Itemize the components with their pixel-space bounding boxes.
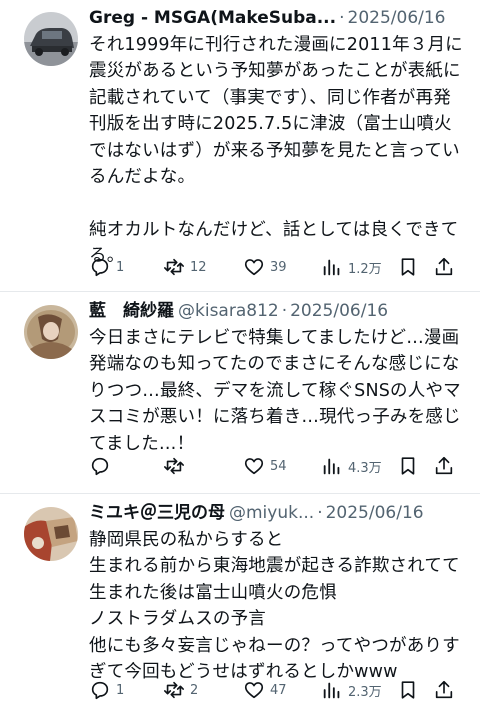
retweet-button[interactable]: 2 (163, 679, 198, 701)
views-button[interactable]: 1.2万 (321, 256, 382, 278)
share-button[interactable] (433, 256, 455, 278)
like-count: 47 (270, 682, 287, 698)
bookmark-button[interactable] (397, 256, 419, 278)
share-icon (435, 456, 453, 475)
views-icon (323, 682, 340, 699)
views-count: 1.2万 (348, 261, 382, 277)
bookmark-icon (401, 258, 415, 276)
user-handle[interactable]: @miyuk... (229, 501, 314, 525)
display-name[interactable]: 藍 綺紗羅 (89, 299, 174, 323)
retweet-icon (164, 681, 184, 699)
tweet-actions: 54 4.3万 (89, 454, 460, 478)
like-button[interactable]: 39 (243, 256, 287, 278)
like-icon (244, 259, 264, 276)
tweet-date[interactable]: 2025/06/16 (348, 6, 446, 30)
separator-dot: · (281, 301, 288, 321)
reply-button[interactable]: 1 (89, 679, 124, 701)
views-button[interactable]: 2.3万 (321, 679, 382, 701)
tweet-text: 静岡県民の私からすると 生まれる前から東海地震が起きる詐欺されてて 生まれた後は… (89, 530, 460, 683)
bookmark-button[interactable] (397, 455, 419, 477)
retweet-icon (164, 457, 184, 475)
views-button[interactable]: 4.3万 (321, 455, 382, 477)
like-icon (244, 682, 264, 699)
tweet-text: それ1999年に刊行された漫画に2011年３月に 震災があるという予知夢があった… (89, 35, 463, 267)
tweet[interactable]: Greg - MSGA(MakeSuba... · 2025/06/16 それ1… (0, 0, 480, 292)
bookmark-icon (401, 681, 415, 699)
separator-dot: · (317, 503, 323, 523)
share-icon (435, 257, 453, 276)
views-count: 2.3万 (348, 684, 382, 700)
views-icon (323, 259, 340, 276)
tweet[interactable]: 藍 綺紗羅 @kisara812 · 2025/06/16 今日まさにテレビで特… (0, 292, 480, 494)
reply-icon (91, 258, 109, 277)
display-name[interactable]: ミユキ＠三児の母 (89, 501, 225, 525)
tweet-actions: 1 2 47 2.3万 (89, 678, 460, 702)
avatar[interactable] (24, 12, 78, 66)
tweet-actions: 1 12 39 1.2万 (89, 255, 460, 279)
tweet-header: ミユキ＠三児の母 @miyuk... · 2025/06/16 (89, 501, 464, 525)
reply-icon (91, 681, 109, 700)
like-count: 39 (270, 259, 287, 275)
tweet-date[interactable]: 2025/06/16 (290, 299, 388, 323)
retweet-count: 12 (190, 259, 207, 275)
display-name[interactable]: Greg - MSGA(MakeSuba... (89, 6, 336, 30)
retweet-icon (164, 258, 184, 276)
user-handle[interactable]: @kisara812 (178, 299, 279, 323)
like-icon (244, 458, 264, 475)
tweet-header: 藍 綺紗羅 @kisara812 · 2025/06/16 (89, 299, 464, 323)
share-button[interactable] (433, 679, 455, 701)
bookmark-button[interactable] (397, 679, 419, 701)
retweet-button[interactable] (163, 455, 190, 477)
reply-icon (91, 457, 109, 476)
like-count: 54 (270, 458, 287, 474)
reply-count: 1 (116, 682, 125, 698)
reply-count: 1 (116, 259, 125, 275)
views-icon (323, 458, 340, 475)
avatar[interactable] (24, 507, 78, 561)
share-icon (435, 680, 453, 699)
like-button[interactable]: 47 (243, 679, 287, 701)
share-button[interactable] (433, 455, 455, 477)
reply-button[interactable] (89, 455, 116, 477)
tweet-text: 今日まさにテレビで特集してましたけど…漫画 発端なのも知ってたのでまさにそんな感… (89, 328, 461, 454)
tweet-header: Greg - MSGA(MakeSuba... · 2025/06/16 (89, 6, 464, 30)
reply-button[interactable]: 1 (89, 256, 124, 278)
bookmark-icon (401, 457, 415, 475)
tweet-date[interactable]: 2025/06/16 (326, 501, 424, 525)
retweet-count: 2 (190, 682, 199, 698)
separator-dot: · (339, 8, 345, 28)
avatar[interactable] (24, 305, 78, 359)
like-button[interactable]: 54 (243, 455, 287, 477)
views-count: 4.3万 (348, 460, 382, 476)
retweet-button[interactable]: 12 (163, 256, 207, 278)
tweet[interactable]: ミユキ＠三児の母 @miyuk... · 2025/06/16 静岡県民の私から… (0, 494, 480, 708)
